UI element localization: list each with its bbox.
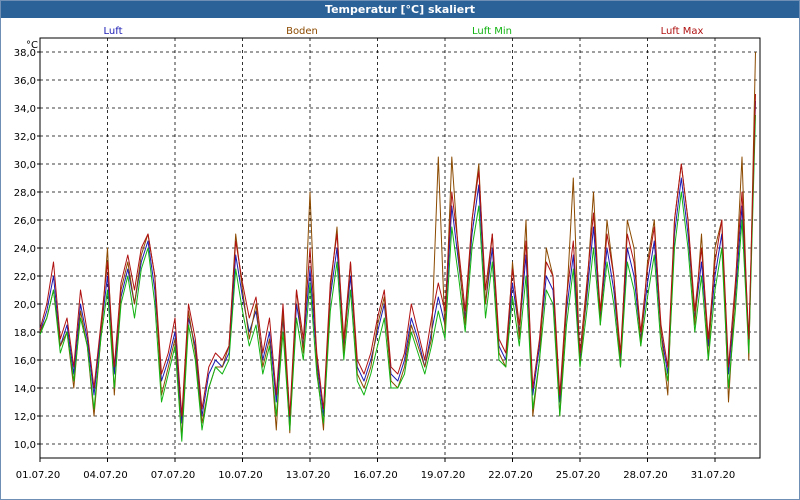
y-tick-label: 16,0 [14,356,36,367]
x-tick-label: 01.07.20 [16,470,61,481]
x-tick-label: 31.07.20 [691,470,736,481]
y-tick-label: 34,0 [14,104,36,115]
temperature-chart: 10,0 12,0 14,0 16,0 18,0 20,0 22,0 24,0 26,0 28,0… [14,26,761,481]
x-tick-label: 16.07.20 [353,470,398,481]
legend-item: Luft [104,26,123,37]
x-tick-label: 04.07.20 [83,470,128,481]
x-tick-label: 22.07.20 [488,470,533,481]
x-tick-label: 25.07.20 [556,470,601,481]
y-tick-label: 26,0 [14,216,36,227]
y-tick-label: 36,0 [14,76,36,87]
x-tick-label: 19.07.20 [421,470,466,481]
x-tick-label: 28.07.20 [623,470,668,481]
y-tick-label: 22,0 [14,272,36,283]
y-tick-label: 32,0 [14,132,36,143]
y-tick-label: 20,0 [14,300,36,311]
y-tick-label: 24,0 [14,244,36,255]
y-axis-label: °C [26,40,38,51]
y-tick-label: 28,0 [14,188,36,199]
y-tick-label: 18,0 [14,328,36,339]
legend-item: Luft Min [472,26,512,37]
y-tick-label: 30,0 [14,160,36,171]
x-tick-label: 10.07.20 [218,470,263,481]
y-tick-label: 12,0 [14,412,36,423]
legend-item: Boden [286,26,318,37]
legend-item: Luft Max [661,26,704,37]
x-tick-label: 13.07.20 [286,470,331,481]
y-tick-label: 10,0 [14,440,36,451]
x-tick-label: 07.07.20 [151,470,196,481]
y-tick-label: 14,0 [14,384,36,395]
